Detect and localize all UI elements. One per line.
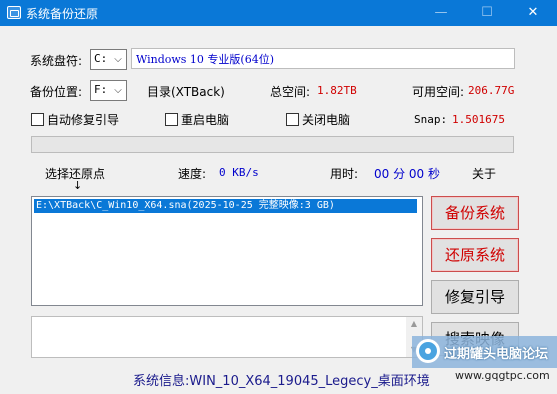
total-space-label: 总空间: [270,85,311,99]
checkbox-box [31,113,44,126]
minimize-button[interactable]: — [418,0,464,26]
auto-repair-boot-label: 自动修复引导 [47,113,120,127]
repair-boot-button[interactable]: 修复引导 [431,280,519,314]
checkbox-box [165,113,178,126]
system-disk-select[interactable]: C: ⌵ [90,49,127,70]
backup-location-value: F: [94,83,108,96]
window-title: 系统备份还原 [26,7,99,21]
auto-repair-boot-checkbox[interactable]: 自动修复引导 [31,111,119,128]
speed-label: 速度: [178,167,207,181]
down-arrow-icon: ↓ [73,179,83,192]
main-panel: 系统盘符: C: ⌵ Windows 10 专业版(64位) 备份位置: F: … [0,26,557,394]
total-space-value: 1.82TB [317,84,357,97]
restart-pc-checkbox[interactable]: 重启电脑 [165,111,229,128]
maximize-button[interactable]: ☐ [464,0,510,26]
about-link[interactable]: 关于 [472,165,496,182]
elapsed-label: 用时: [330,167,359,181]
backup-directory: 目录(XTBack) [147,85,225,99]
elapsed-value: 00 分 00 秒 [374,167,440,181]
backup-location-select[interactable]: F: ⌵ [90,80,127,101]
free-space-label: 可用空间: [412,85,465,99]
chevron-down-icon: ⌵ [114,54,122,65]
checkbox-box [286,113,299,126]
forum-logo-icon [416,339,440,363]
backup-location-label: 备份位置: [30,85,83,99]
shutdown-pc-label: 关闭电脑 [302,113,351,127]
backup-system-button[interactable]: 备份系统 [431,196,519,230]
restore-system-button[interactable]: 还原系统 [431,238,519,272]
os-name-field[interactable]: Windows 10 专业版(64位) [131,48,515,69]
watermark-url: www.gqgtpc.com [455,369,550,382]
log-output[interactable]: ▲ ▼ [31,316,423,358]
system-disk-label: 系统盘符: [30,54,83,68]
free-space-value: 206.77G [468,84,515,97]
speed-value: 0 KB/s [219,166,259,179]
snap-label: Snap: [414,113,448,126]
close-button[interactable]: ✕ [510,0,556,26]
restore-point-list[interactable]: E:\XTBack\C_Win10_X64.sna(2025-10-25 完整映… [31,196,423,306]
title-bar: 系统备份还原 — ☐ ✕ [0,0,557,26]
shutdown-pc-checkbox[interactable]: 关闭电脑 [286,111,350,128]
watermark: 过期罐头电脑论坛 [412,336,557,368]
list-item[interactable]: E:\XTBack\C_Win10_X64.sna(2025-10-25 完整映… [34,199,417,213]
restart-pc-label: 重启电脑 [181,113,230,127]
watermark-text: 过期罐头电脑论坛 [444,347,549,362]
progress-bar [31,136,514,153]
system-info: 系统信息:WIN_10_X64_19045_Legecy_桌面环境 [133,374,430,389]
snap-value: 1.501675 [452,113,505,126]
app-icon [7,6,21,19]
system-disk-value: C: [94,52,108,65]
chevron-down-icon: ⌵ [114,85,122,96]
scroll-up-icon[interactable]: ▲ [406,317,422,331]
